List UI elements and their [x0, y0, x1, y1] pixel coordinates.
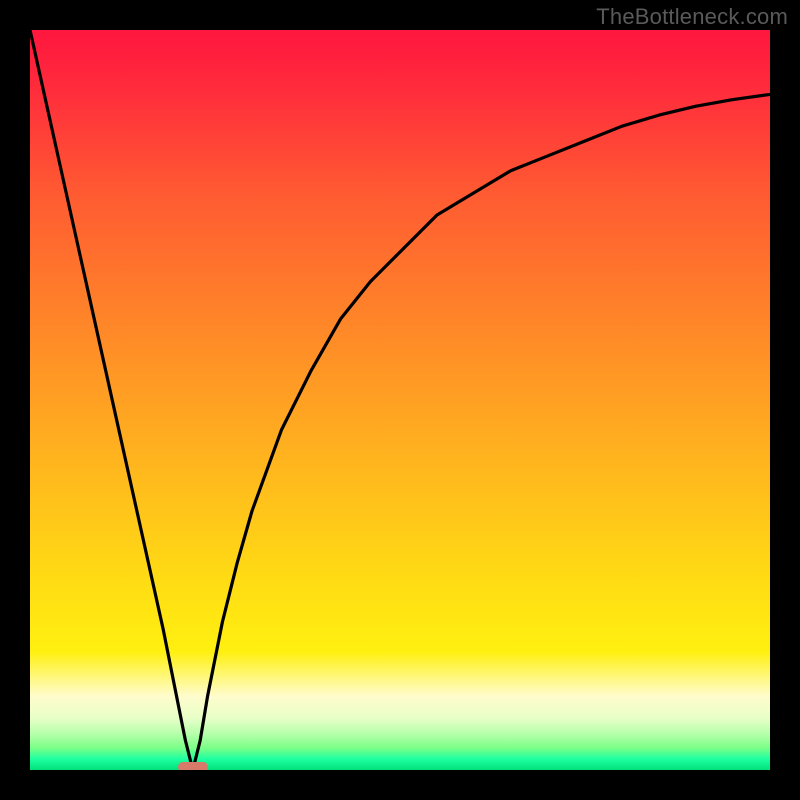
watermark-text: TheBottleneck.com: [596, 4, 788, 30]
chart-frame: TheBottleneck.com: [0, 0, 800, 800]
minimum-marker: [178, 762, 208, 770]
bottleneck-curve: [30, 30, 770, 770]
plot-area: [30, 30, 770, 770]
